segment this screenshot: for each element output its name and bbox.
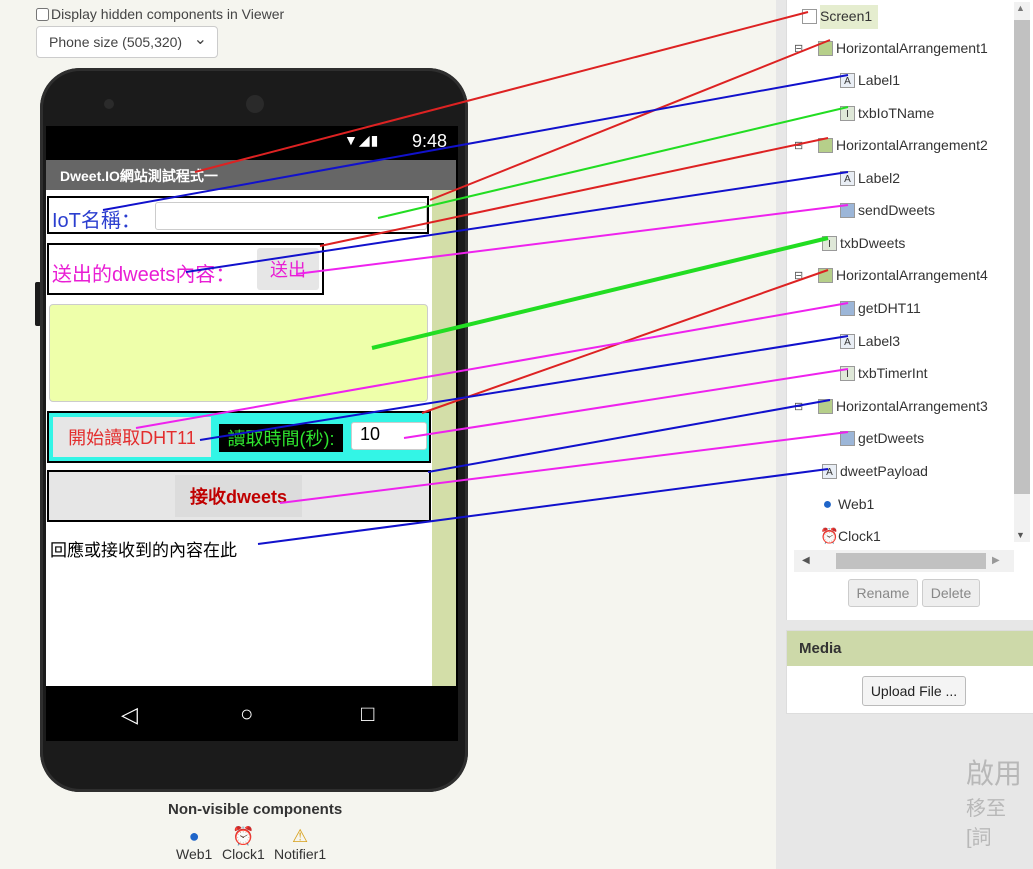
- connector-lines: [102, 11, 849, 545]
- link-ha2: [319, 137, 829, 247]
- link-senddweets: [295, 204, 849, 275]
- link-txbdweets: [371, 236, 829, 350]
- link-getdht11: [135, 302, 849, 429]
- link-dweetpayload: [257, 468, 829, 545]
- link-screen1: [194, 11, 809, 173]
- link-ha3: [427, 399, 831, 473]
- link-ha1: [429, 39, 831, 201]
- link-txbiotname: [377, 106, 849, 219]
- link-label3: [199, 335, 849, 441]
- link-getdweets: [279, 431, 849, 504]
- link-txbtimerint: [403, 368, 849, 439]
